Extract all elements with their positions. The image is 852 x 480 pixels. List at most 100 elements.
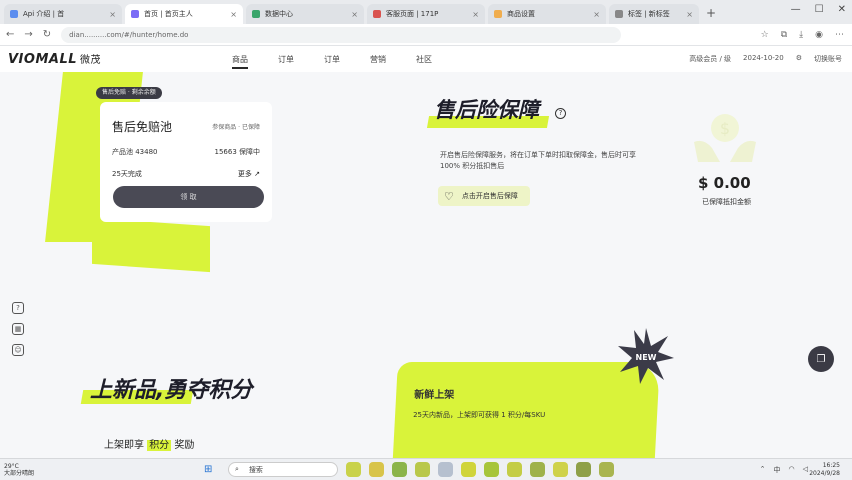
header-right-menu: 高级会员 / 级 2024-10-20 ⚙ 切换账号 (689, 54, 842, 64)
favicon-icon (10, 10, 18, 18)
close-window-icon[interactable]: ✕ (838, 4, 846, 15)
duration-label: 25天完成 (112, 170, 142, 178)
app-icon[interactable] (599, 462, 614, 477)
user-service-icon[interactable]: ☺ (12, 344, 24, 356)
browser-tab[interactable]: 数据中心 × (246, 4, 364, 24)
account-switch[interactable]: 切换账号 (814, 54, 842, 64)
ime-indicator[interactable]: 中 (774, 465, 781, 475)
pool-badge: 售后免赔 · 剩余余额 (96, 87, 162, 99)
app-icon[interactable] (530, 462, 545, 477)
nav-item[interactable]: 订单 (278, 54, 294, 69)
tray-chevron-icon[interactable]: ⌃ (760, 465, 766, 475)
browser-tab[interactable]: 客服页面 | 171P × (367, 4, 485, 24)
protected-amount: $ 0.00 (698, 174, 751, 192)
favicon-icon (252, 10, 260, 18)
app-icon[interactable] (438, 462, 453, 477)
protected-status: 15663 保障中 (214, 148, 261, 156)
pool-subtitle: 参保商品 · 已保障 (212, 124, 260, 131)
membership-link[interactable]: 高级会员 / 级 (689, 54, 731, 64)
close-tab-icon[interactable]: × (351, 10, 358, 19)
app-icon[interactable] (461, 462, 476, 477)
money-hands-icon: $ (694, 114, 756, 162)
feedback-icon[interactable]: ? (12, 302, 24, 314)
chat-icon[interactable]: ❐ (808, 346, 834, 372)
settings-icon[interactable]: ⚙ (796, 54, 802, 64)
new-tab-icon[interactable]: + (706, 6, 716, 20)
pool-title: 售后免赔池 (112, 120, 173, 134)
reload-icon[interactable]: ↻ (43, 29, 51, 40)
app-icon[interactable] (484, 462, 499, 477)
site-header: VIOMALL 微茂 商品 订单 订单 营销 社区 高级会员 / 级 2024-1… (0, 46, 852, 72)
app-icon[interactable] (576, 462, 591, 477)
side-toolbar: ? ▦ ☺ (12, 302, 24, 356)
main-nav: 商品 订单 订单 营销 社区 (232, 54, 432, 69)
favicon-icon (615, 10, 623, 18)
close-tab-icon[interactable]: × (472, 10, 479, 19)
maximize-icon[interactable]: ☐ (815, 4, 824, 15)
close-tab-icon[interactable]: × (230, 10, 237, 19)
taskbar-apps (346, 462, 614, 477)
app-icon[interactable] (392, 462, 407, 477)
extensions-icon[interactable]: ⧉ (781, 30, 787, 40)
date-display: 2024-10-20 (743, 54, 784, 62)
favicon-icon (373, 10, 381, 18)
star-icon[interactable]: ☆ (761, 30, 769, 40)
start-icon[interactable]: ⊞ (204, 464, 212, 475)
taskbar-clock[interactable]: 16:25 2024/9/28 (809, 462, 840, 478)
forward-icon[interactable]: → (24, 29, 32, 40)
svg-text:$: $ (720, 119, 730, 138)
system-tray: ⌃ 中 ◠ ◁ (760, 465, 808, 475)
new-listing-title: 新鲜上架 (414, 390, 455, 401)
browser-tab[interactable]: 商品设置 × (488, 4, 606, 24)
insurance-description: 开启售后险保障服务，将在订单下单时扣取保障金，售后时可享 100% 积分抵扣售后 (440, 151, 636, 170)
url-input[interactable]: dian..........com/#/hunter/home.do (61, 26, 622, 43)
taskbar-search[interactable]: ⌕ 搜索 (228, 462, 338, 477)
heart-icon: ♡ (444, 189, 454, 203)
volume-icon[interactable]: ◁ (803, 465, 808, 475)
nav-item-products[interactable]: 商品 (232, 54, 248, 69)
browser-tab-bar: Api 介绍 | 首 × 首页 | 首页主人 × 数据中心 × 客服页面 | 171P… (0, 0, 852, 24)
new-listing-desc: 25天内新品，上架即可获得 1 积分/每SKU (413, 411, 546, 419)
back-icon[interactable]: ← (6, 29, 14, 40)
more-link[interactable]: 更多 ↗ (238, 169, 260, 179)
close-tab-icon[interactable]: × (686, 10, 693, 19)
logo[interactable]: VIOMALL 微茂 (8, 51, 101, 67)
os-taskbar: 29°C 大部分晴朗 ⊞ ⌕ 搜索 ⌃ 中 ◠ ◁ 16:25 2024/9/2… (0, 458, 852, 480)
nav-item-community[interactable]: 社区 (416, 54, 432, 69)
wifi-icon[interactable]: ◠ (789, 465, 795, 475)
profile-icon[interactable]: ◉ (815, 30, 823, 40)
browser-tab-active[interactable]: 首页 | 首页主人 × (125, 4, 243, 24)
close-tab-icon[interactable]: × (109, 10, 116, 19)
download-icon[interactable]: ⤓ (799, 30, 803, 40)
enable-insurance-button[interactable]: ♡ 点击开启售后保障 (438, 186, 530, 206)
favicon-icon (131, 10, 139, 18)
search-icon: ⌕ (235, 465, 239, 473)
browser-tab[interactable]: 标签 | 新标签 × (609, 4, 699, 24)
insurance-title: 售后险保障 (434, 98, 539, 122)
browser-tab[interactable]: Api 介绍 | 首 × (4, 4, 122, 24)
app-icon[interactable] (553, 462, 568, 477)
protected-amount-label: 已保障抵扣金额 (702, 198, 751, 206)
new-badge-text: NEW (636, 353, 657, 362)
favicon-icon (494, 10, 502, 18)
nav-item-marketing[interactable]: 营销 (370, 54, 386, 69)
new-starburst-icon: NEW (618, 328, 674, 384)
window-controls: — ☐ ✕ (791, 4, 846, 15)
close-tab-icon[interactable]: × (593, 10, 600, 19)
weather-widget[interactable]: 29°C 大部分晴朗 (4, 463, 34, 477)
decor-lime-stroke (180, 242, 206, 268)
claim-button[interactable]: 领 取 (113, 186, 264, 208)
minimize-icon[interactable]: — (791, 4, 801, 15)
browser-toolbar: ☆ ⧉ ⤓ ◉ ⋯ (761, 30, 844, 40)
app-icon[interactable] (369, 462, 384, 477)
nav-item-orders[interactable]: 订单 (324, 54, 340, 69)
menu-icon[interactable]: ⋯ (835, 30, 844, 40)
app-icon[interactable] (415, 462, 430, 477)
app-icon[interactable] (507, 462, 522, 477)
address-bar-row: ← → ↻ dian..........com/#/hunter/home.do… (0, 24, 852, 46)
app-icon[interactable] (346, 462, 361, 477)
products-count: 产品池 43480 (112, 148, 158, 156)
help-icon[interactable]: ? (555, 108, 566, 119)
qrcode-icon[interactable]: ▦ (12, 323, 24, 335)
section-title: 上新品,勇夺积分 (90, 378, 253, 403)
